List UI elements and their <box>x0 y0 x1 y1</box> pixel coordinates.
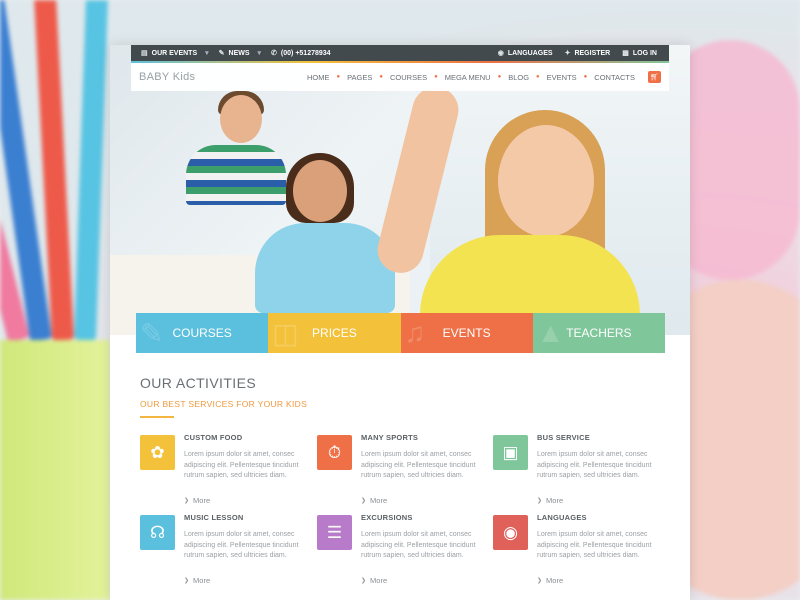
chevron-right-icon: ❯ <box>184 578 190 584</box>
section-title: OUR ACTIVITIES <box>140 375 257 391</box>
graduation-cap-icon: ▲ <box>536 317 565 348</box>
background-cup <box>0 340 110 600</box>
pencil-icon: ✎ <box>140 318 164 349</box>
more-link[interactable]: ❯ More <box>537 496 563 505</box>
category-tiles: ✎ COURSES ◫ PRICES ♫ EVENTS ▲ TEACHERS <box>136 313 665 353</box>
news-link[interactable]: ✎ NEWS <box>218 49 250 58</box>
activities-header: OUR ACTIVITIES OUR BEST SERVICES FOR YOU… <box>140 375 670 418</box>
section-subtitle: OUR BEST SERVICES FOR YOUR KIDS <box>140 399 308 409</box>
tile-courses[interactable]: ✎ COURSES <box>136 313 269 353</box>
activity-card-many-sports: ⏱︎ MANY SPORTS Lorem ipsum dolor sit ame… <box>317 433 487 505</box>
chevron-right-icon: ❯ <box>361 578 367 584</box>
activity-card-languages: ◉ LANGUAGES Lorem ipsum dolor sit amet, … <box>493 513 663 585</box>
more-link[interactable]: ❯ More <box>184 576 210 585</box>
site-logo[interactable]: BABY Kids <box>139 71 195 83</box>
chevron-right-icon: ❯ <box>184 498 190 504</box>
more-link[interactable]: ❯ More <box>184 496 210 505</box>
phone-icon: ✆ <box>271 50 277 57</box>
chevron-right-icon: ❯ <box>537 578 543 584</box>
top-utility-bar: ▤ OUR EVENTS ▾ ✎ NEWS ▾ ✆ (00) +51278934… <box>131 45 669 61</box>
calendar-icon: ▤ <box>141 50 148 57</box>
nav-menu: HOME ● PAGES ● COURSES ● MEGA MENU ● BLO… <box>300 71 669 83</box>
login-link[interactable]: ▩ LOG IN <box>622 49 657 58</box>
nav-item-pages[interactable]: PAGES <box>340 73 379 82</box>
activity-card-bus-service: ▣ BUS SERVICE Lorem ipsum dolor sit amet… <box>493 433 663 505</box>
nav-item-events[interactable]: EVENTS <box>540 73 584 82</box>
nav-item-home[interactable]: HOME <box>300 73 337 82</box>
headphones-icon: ☊ <box>140 515 175 550</box>
nav-item-courses[interactable]: COURSES <box>383 73 434 82</box>
more-link[interactable]: ❯ More <box>361 496 387 505</box>
globe-icon: ◉ <box>497 50 504 57</box>
section-divider <box>140 416 174 418</box>
chevron-right-icon: ❯ <box>537 498 543 504</box>
leaf-icon: ✿ <box>140 435 175 470</box>
nav-item-contacts[interactable]: CONTACTS <box>587 73 642 82</box>
stopwatch-icon: ⏱︎ <box>317 435 352 470</box>
more-link[interactable]: ❯ More <box>537 576 563 585</box>
bus-icon: ▣ <box>493 435 528 470</box>
activity-card-custom-food: ✿ CUSTOM FOOD Lorem ipsum dolor sit amet… <box>140 433 310 505</box>
our-events-link[interactable]: ▤ OUR EVENTS <box>141 49 197 58</box>
more-link[interactable]: ❯ More <box>361 576 387 585</box>
lock-icon: ▩ <box>622 50 629 57</box>
nav-item-mega-menu[interactable]: MEGA MENU <box>438 73 498 82</box>
activity-card-excursions: ☰ EXCURSIONS Lorem ipsum dolor sit amet,… <box>317 513 487 585</box>
pen-icon: ✎ <box>218 50 225 57</box>
tile-teachers[interactable]: ▲ TEACHERS <box>532 313 665 353</box>
website-page: ▤ OUR EVENTS ▾ ✎ NEWS ▾ ✆ (00) +51278934… <box>110 45 690 600</box>
tile-prices[interactable]: ◫ PRICES <box>268 313 401 353</box>
music-icon: ♫ <box>404 317 426 348</box>
register-link[interactable]: ✦ REGISTER <box>564 49 611 58</box>
languages-link[interactable]: ◉ LANGUAGES <box>497 49 553 58</box>
tile-events[interactable]: ♫ EVENTS <box>400 313 533 353</box>
register-icon: ✦ <box>564 50 571 57</box>
phone-number: ✆ (00) +51278934 <box>271 49 331 58</box>
activity-card-music-lesson: ☊ MUSIC LESSON Lorem ipsum dolor sit ame… <box>140 513 310 585</box>
ticket-icon: ◫ <box>272 318 299 349</box>
nav-item-blog[interactable]: BLOG <box>501 73 536 82</box>
chevron-right-icon: ❯ <box>361 498 367 504</box>
globe-icon: ◉ <box>493 515 528 550</box>
map-icon: ☰ <box>317 515 352 550</box>
background-pencil <box>74 0 109 341</box>
cart-icon[interactable]: 🛒︎ <box>648 71 661 83</box>
main-navigation: BABY Kids HOME ● PAGES ● COURSES ● MEGA … <box>131 61 669 91</box>
